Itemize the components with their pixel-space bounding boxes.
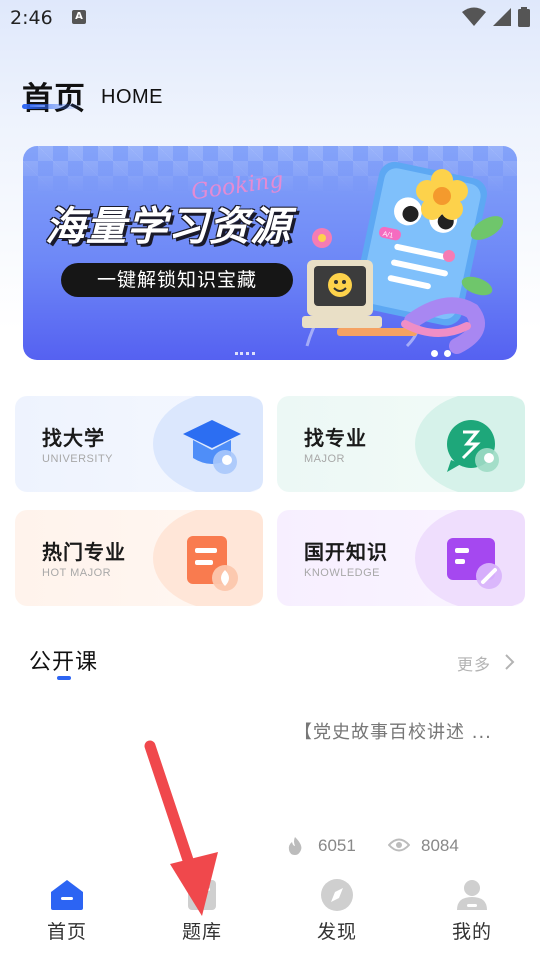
question-bank-icon [188, 880, 216, 910]
signal-icon [493, 8, 511, 26]
find-university-card[interactable]: 找大学 UNIVERSITY [15, 396, 263, 492]
view-count: 8084 [421, 836, 459, 855]
nav-label: 发现 [316, 921, 357, 943]
nav-home[interactable]: 首页 [27, 878, 107, 944]
status-time: 2:46 [10, 7, 53, 29]
card-title: 找大学 [42, 426, 105, 450]
section-title: 公开课 [29, 650, 99, 675]
fire-icon [288, 837, 302, 855]
status-icons [462, 7, 530, 27]
title-underline [22, 104, 82, 109]
home-icon [51, 880, 83, 910]
nav-label: 题库 [181, 921, 222, 943]
card-title: 国开知识 [304, 540, 388, 564]
nav-question-bank[interactable]: 题库 [162, 878, 242, 944]
fire-document-icon [187, 536, 238, 591]
card-subtitle: UNIVERSITY [42, 453, 114, 465]
battery-icon [518, 7, 530, 27]
status-bar: 2:46 A [0, 0, 540, 36]
course-title[interactable]: 【党史故事百校讲述 ... [294, 718, 492, 744]
graduation-cap-icon [183, 420, 241, 474]
hot-count: 6051 [318, 836, 356, 855]
chat-bubble-icon [447, 420, 499, 472]
card-subtitle: HOT MAJOR [42, 567, 112, 579]
find-major-card[interactable]: 找专业 MAJOR [277, 396, 525, 492]
wifi-icon [462, 7, 486, 26]
compass-icon [321, 879, 353, 911]
profile-icon [457, 880, 487, 910]
card-title: 找专业 [304, 426, 367, 450]
section-title-indicator [57, 676, 71, 680]
card-subtitle: MAJOR [304, 453, 345, 465]
banner-indicator-dots [235, 352, 255, 355]
chevron-right-icon[interactable] [504, 653, 516, 671]
banner-headline: 海量学习资源 [45, 204, 291, 250]
card-title: 热门专业 [42, 540, 126, 564]
page-title: 首页 [22, 81, 86, 117]
bottom-nav: 首页 题库 发现 我的 [0, 870, 540, 960]
nav-discover[interactable]: 发现 [297, 878, 377, 944]
more-link[interactable]: 更多 [457, 651, 491, 675]
notification-a-icon: A [72, 10, 86, 24]
page-subtitle: HOME [101, 86, 163, 108]
banner-pill: 一键解锁知识宝藏 [61, 263, 293, 297]
card-subtitle: KNOWLEDGE [304, 567, 381, 579]
banner-pager [431, 350, 451, 357]
nav-label: 首页 [46, 921, 87, 943]
promo-banner[interactable]: Gooking 海量学习资源 一键解锁知识宝藏 A/1 [23, 146, 517, 360]
book-pen-icon [447, 538, 502, 589]
eye-icon [388, 838, 410, 852]
hot-major-card[interactable]: 热门专业 HOT MAJOR [15, 510, 263, 606]
knowledge-card[interactable]: 国开知识 KNOWLEDGE [277, 510, 525, 606]
nav-mine[interactable]: 我的 [432, 878, 512, 944]
nav-label: 我的 [451, 921, 492, 943]
banner-illustration: A/1 [302, 161, 504, 354]
